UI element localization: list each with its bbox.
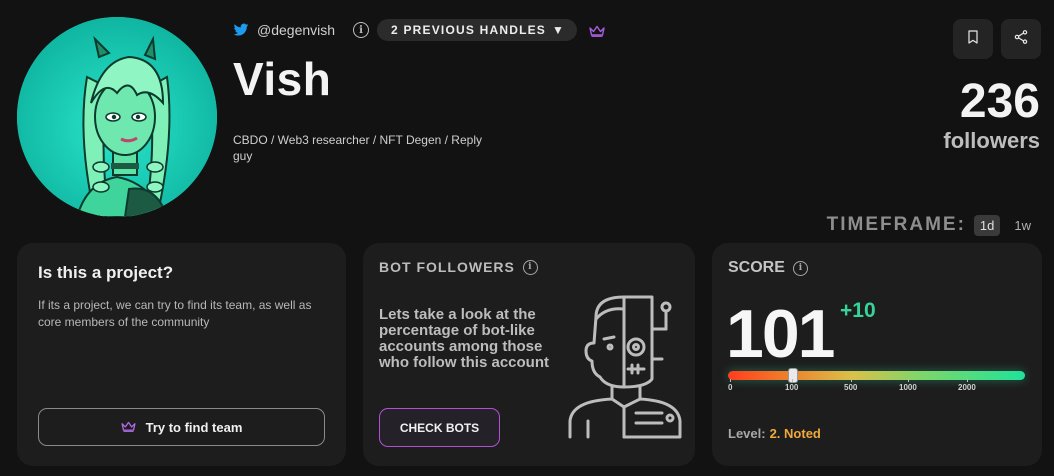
score-tick: 100 xyxy=(785,379,799,392)
level-value: 2. Noted xyxy=(769,426,821,441)
score-tick: 1000 xyxy=(899,379,917,392)
find-team-button[interactable]: Try to find team xyxy=(38,408,325,446)
handle-row: @degenvish i 2 PREVIOUS HANDLES ▼ xyxy=(233,19,605,41)
project-card-title: Is this a project? xyxy=(38,263,174,282)
share-button[interactable] xyxy=(1001,19,1041,59)
share-icon xyxy=(1013,29,1029,50)
score-gradient-bar xyxy=(728,371,1025,380)
level-label: Level: xyxy=(728,426,766,441)
score-tick: 500 xyxy=(844,379,858,392)
bookmark-icon xyxy=(965,29,981,50)
crown-icon xyxy=(121,420,136,435)
bot-followers-title: BOT FOLLOWERS xyxy=(379,259,515,275)
level-row: Level: 2. Noted xyxy=(728,426,821,441)
project-card: Is this a project? If its a project, we … xyxy=(17,243,346,466)
score-header: SCORE i xyxy=(728,259,808,277)
bot-followers-card: BOT FOLLOWERS i Lets take a look at the … xyxy=(363,243,695,466)
handle-info-icon[interactable]: i xyxy=(353,22,370,38)
bot-followers-header: BOT FOLLOWERS i xyxy=(379,259,538,275)
score-tick: 0 xyxy=(728,379,733,392)
profile-bio: CBDO / Web3 researcher / NFT Degen / Rep… xyxy=(233,133,482,163)
score-tick: 2000 xyxy=(958,379,976,392)
timeframe-option-1d[interactable]: 1d xyxy=(973,214,1001,236)
score-title: SCORE xyxy=(728,259,785,276)
timeframe-selector: TIMEFRAME: 1d 1w xyxy=(827,214,1037,236)
robot-human-icon xyxy=(566,289,684,439)
crown-icon xyxy=(589,24,605,37)
info-icon[interactable]: i xyxy=(522,259,538,275)
score-scale: 0 100 500 1000 2000 xyxy=(728,368,1025,392)
previous-handles-label: 2 PREVIOUS HANDLES xyxy=(391,23,547,37)
timeframe-option-1w[interactable]: 1w xyxy=(1008,215,1037,236)
bookmark-button[interactable] xyxy=(953,19,993,59)
profile-name: Vish xyxy=(233,53,332,105)
followers-label: followers xyxy=(943,128,1040,153)
profile-avatar xyxy=(17,17,217,217)
caret-down-icon: ▼ xyxy=(552,23,566,37)
score-value: 101 xyxy=(726,296,835,372)
find-team-label: Try to find team xyxy=(145,419,243,435)
followers-count: 236 xyxy=(959,75,1040,128)
previous-handles-dropdown[interactable]: 2 PREVIOUS HANDLES ▼ xyxy=(377,19,578,41)
timeframe-label: TIMEFRAME: xyxy=(826,214,966,235)
check-bots-button[interactable]: CHECK BOTS xyxy=(379,408,500,447)
score-delta: +10 xyxy=(840,299,876,322)
project-card-description: If its a project, we can try to find its… xyxy=(38,298,312,329)
score-marker xyxy=(788,368,798,383)
score-card: SCORE i 101 +10 0 100 500 1000 2000 Leve… xyxy=(712,243,1042,466)
info-icon[interactable]: i xyxy=(792,260,808,276)
twitter-bird-icon xyxy=(233,22,249,38)
bot-followers-description: Lets take a look at the percentage of bo… xyxy=(379,306,549,371)
twitter-handle-link[interactable]: @degenvish xyxy=(257,22,335,38)
